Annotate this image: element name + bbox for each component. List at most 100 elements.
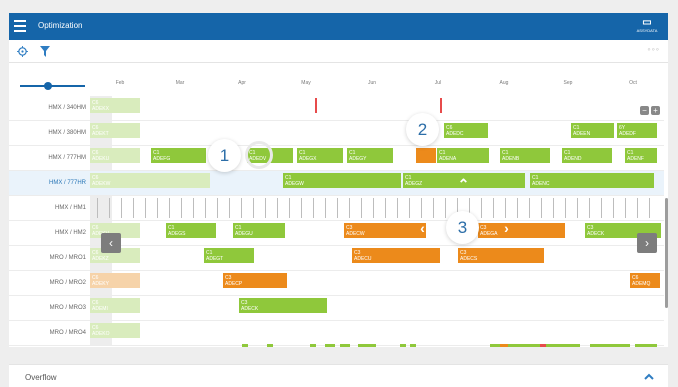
grid-line <box>205 198 206 218</box>
drag-right-icon[interactable]: › <box>499 221 514 236</box>
task-bar[interactable]: C1 ADEGW <box>283 173 401 188</box>
drag-down-icon[interactable]: ⌄ <box>456 266 471 281</box>
toolbar: ◦◦◦ <box>9 40 668 63</box>
hamburger-menu-icon[interactable] <box>14 20 26 32</box>
month-label: Apr <box>238 80 246 86</box>
task-bar[interactable]: C3 ADECP <box>223 273 287 288</box>
task-id: ADEGT <box>206 256 224 262</box>
mini-segment <box>242 344 248 347</box>
task-bar[interactable]: C3 ADECS <box>458 248 544 263</box>
task-bar[interactable]: C6 ADEDC <box>444 123 488 138</box>
task-id: ADECK <box>241 306 259 312</box>
task-bar[interactable]: C3 ADECU <box>352 248 440 263</box>
deadline-marker <box>315 98 317 113</box>
task-bar[interactable]: C3 ADEGA <box>478 223 565 238</box>
task-id: ADENF <box>627 156 644 162</box>
month-label: Jun <box>367 80 377 86</box>
scroll-left-button[interactable]: ‹ <box>101 233 121 253</box>
task-bar[interactable]: C1 ADEGY <box>347 148 393 163</box>
scroll-right-button[interactable]: › <box>637 233 657 253</box>
grid-line <box>337 198 338 218</box>
task-id: ADENB <box>502 156 520 162</box>
task-bar[interactable]: C6 ADEKT <box>90 123 140 138</box>
task-bar[interactable]: C6 ADEKU <box>90 148 140 163</box>
grid-line <box>121 198 122 218</box>
task-bar[interactable]: C1 ADENC <box>530 173 654 188</box>
collapse-icon[interactable]: − <box>640 106 649 115</box>
task-id: ADEDC <box>446 131 464 137</box>
task-bar[interactable]: C1 ADEGU <box>233 223 285 238</box>
task-id: ADEGU <box>235 231 253 237</box>
grid-line <box>397 198 398 218</box>
vertical-scrollbar[interactable] <box>665 198 668 308</box>
target-icon[interactable] <box>17 46 28 57</box>
timeline-months: Feb Mar Apr May Jun Jul Aug Sep Oct <box>90 80 662 94</box>
grid-line <box>109 198 110 218</box>
grid-line <box>145 198 146 218</box>
row-label: MRO / MRO3 <box>49 305 86 311</box>
task-id: ADEGW <box>285 181 304 187</box>
mini-segment <box>400 344 406 347</box>
row-label: MRO / MRO1 <box>49 255 86 261</box>
grid-line <box>493 198 494 218</box>
task-id: ADECW <box>346 231 365 237</box>
task-id: ADEKT <box>92 131 109 137</box>
grid-line <box>589 198 590 218</box>
page-title: Optimization <box>38 21 83 30</box>
grid-line <box>505 198 506 218</box>
expand-icon[interactable]: + <box>651 106 660 115</box>
grid-line <box>553 198 554 218</box>
task-id: ADEFG <box>153 156 171 162</box>
task-bar[interactable]: C6 ADEKW <box>90 173 210 188</box>
task-bar[interactable]: C6 ADEKX <box>90 98 140 113</box>
task-id: ADEGA <box>480 231 498 237</box>
grid-line <box>217 198 218 218</box>
row-label: HMX / HM2 <box>54 230 86 236</box>
drag-left-icon[interactable]: ‹ <box>415 221 430 236</box>
task-id: ADEND <box>564 156 582 162</box>
task-bar[interactable]: C1 ADEFG <box>151 148 206 163</box>
task-bar[interactable]: C1 ADEGX <box>297 148 343 163</box>
deadline-marker <box>440 98 442 113</box>
grid-line <box>517 198 518 218</box>
row-label: HMX / 340HM <box>48 105 86 111</box>
task-id: ADEGY <box>349 156 367 162</box>
task-bar[interactable]: C1 ADENA <box>437 148 489 163</box>
grid-line <box>421 198 422 218</box>
grid-line <box>133 198 134 218</box>
task-bar[interactable]: C6 ADEMI <box>90 298 140 313</box>
row-label: HMX / 777HR <box>48 180 86 186</box>
grid-line <box>325 198 326 218</box>
task-bar[interactable]: C6 ADEKO <box>90 323 140 338</box>
task-bar[interactable]: C3 ADECK <box>239 298 327 313</box>
month-label: Oct <box>629 80 637 86</box>
month-label: Mar <box>175 80 185 86</box>
grid-line <box>373 198 374 218</box>
task-bar[interactable]: 6Y ADEDF <box>617 123 657 138</box>
task-id: ADECP <box>225 281 243 287</box>
more-dots-icon[interactable]: ◦◦◦ <box>647 44 660 54</box>
filter-icon[interactable] <box>40 46 50 57</box>
chevron-up-icon[interactable] <box>642 370 656 384</box>
zoom-slider-handle[interactable] <box>44 82 52 90</box>
grid-line <box>541 198 542 218</box>
grid-line <box>361 198 362 218</box>
month-label: Aug <box>499 80 509 86</box>
task-bar[interactable]: C1 ADEGS <box>166 223 216 238</box>
task-bar[interactable]: C1 ADENF <box>625 148 657 163</box>
task-bar[interactable] <box>416 148 436 163</box>
zoom-slider-track[interactable] <box>20 85 85 87</box>
task-bar[interactable]: C1 ADENB <box>500 148 550 163</box>
task-id: ADEKU <box>92 156 110 162</box>
task-bar[interactable]: C1 ADEGT <box>204 248 254 263</box>
task-bar[interactable]: C3 ADECW <box>344 223 426 238</box>
grid-line <box>433 198 434 218</box>
task-id: ADEKY <box>92 281 109 287</box>
task-bar[interactable]: C6 ADEMQ <box>630 273 660 288</box>
grid-line <box>577 198 578 218</box>
task-bar[interactable]: C6 ADEKY <box>90 273 140 288</box>
grid-line <box>289 198 290 218</box>
task-bar[interactable]: C1 ADEEN <box>571 123 614 138</box>
drag-up-icon[interactable]: ⌃ <box>456 177 471 192</box>
task-bar[interactable]: C1 ADEND <box>562 148 612 163</box>
